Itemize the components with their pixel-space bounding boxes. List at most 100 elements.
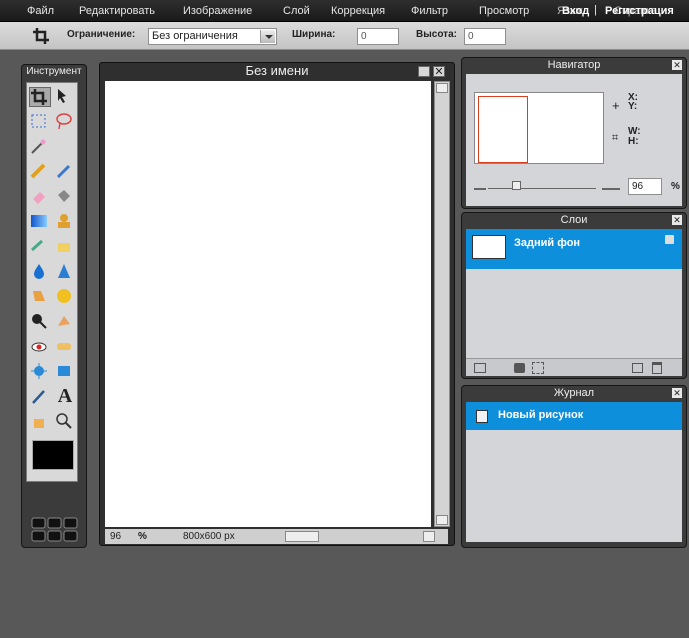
- scroll-down-icon[interactable]: [436, 515, 448, 525]
- history-panel: Журнал ✕ Новый рисунок: [461, 385, 687, 548]
- canvas-window: Без имени ✕ 96 % 800x600 px: [99, 62, 455, 546]
- crop-tool-icon: [32, 27, 52, 45]
- dodge-icon[interactable]: [29, 312, 51, 332]
- zoom-slider[interactable]: [488, 188, 596, 189]
- toolbox-title: Инструмент: [26, 66, 82, 77]
- text-tool-icon[interactable]: A: [54, 385, 76, 407]
- zoom-percent: %: [138, 531, 147, 542]
- spot-heal-icon[interactable]: [54, 337, 76, 357]
- document-icon: [476, 410, 488, 423]
- zoom-icon[interactable]: [54, 412, 76, 432]
- smudge-icon[interactable]: [29, 287, 51, 307]
- tool-grid: A: [26, 82, 78, 482]
- brush-icon[interactable]: [54, 162, 76, 182]
- hand-icon[interactable]: [29, 412, 51, 432]
- menu-file[interactable]: Файл: [27, 5, 54, 17]
- canvas-status-bar: 96 % 800x600 px: [105, 529, 448, 544]
- blur-icon[interactable]: [29, 262, 51, 282]
- menu-image[interactable]: Изображение: [183, 5, 252, 17]
- close-icon[interactable]: ✕: [672, 60, 682, 70]
- toolbox-panel: Инструмент A: [21, 64, 87, 548]
- history-item-label: Новый рисунок: [498, 409, 584, 421]
- navigator-zoom-percent: %: [671, 181, 680, 192]
- lasso-icon[interactable]: [54, 112, 76, 132]
- image-size: 800x600 px: [183, 531, 235, 542]
- magic-wand-icon[interactable]: [29, 137, 51, 157]
- zoom-value[interactable]: 96: [110, 531, 121, 542]
- burn-icon[interactable]: [54, 312, 76, 332]
- maximize-icon[interactable]: [418, 66, 430, 77]
- history-title: Журнал: [553, 387, 595, 399]
- swatch-grid-icon[interactable]: [31, 517, 79, 543]
- vertical-scrollbar[interactable]: [434, 81, 450, 527]
- view-rectangle[interactable]: [478, 96, 528, 163]
- menu-edit[interactable]: Редактировать: [79, 5, 155, 17]
- scroll-up-icon[interactable]: [436, 83, 448, 93]
- close-icon[interactable]: ✕: [672, 215, 682, 225]
- close-icon[interactable]: ✕: [672, 388, 682, 398]
- menu-view[interactable]: Просмотр: [479, 5, 529, 17]
- navigator-body: + X: Y: ⌗ W: H: 96 %: [466, 74, 682, 206]
- trash-icon[interactable]: [652, 362, 662, 374]
- new-layer-icon[interactable]: [632, 363, 643, 373]
- options-bar: Ограничение: Без ограничения Ширина: 0 В…: [0, 22, 689, 50]
- constraint-value: Без ограничения: [152, 30, 238, 42]
- navigator-panel: Навигатор ✕ + X: Y: ⌗ W: H: 96 %: [461, 57, 687, 209]
- width-input[interactable]: 0: [357, 28, 399, 45]
- size-icon: ⌗: [612, 132, 619, 144]
- zoom-in-icon[interactable]: [602, 182, 620, 190]
- layers-panel: Слои ✕ Задний фон: [461, 212, 687, 379]
- login-link[interactable]: Вход: [562, 5, 589, 17]
- layer-effects-icon[interactable]: [532, 362, 544, 374]
- red-eye-icon[interactable]: [29, 337, 51, 357]
- menu-adjustment[interactable]: Коррекция: [331, 5, 385, 17]
- layer-row[interactable]: Задний фон: [466, 229, 682, 269]
- bloat-icon[interactable]: [29, 362, 51, 382]
- layer-name: Задний фон: [514, 237, 581, 249]
- color-replace-icon[interactable]: [29, 237, 51, 257]
- crop-icon[interactable]: [29, 87, 51, 107]
- menu-layer[interactable]: Слой: [283, 5, 310, 17]
- stamp-icon[interactable]: [54, 212, 76, 232]
- move-icon[interactable]: [54, 87, 76, 107]
- h-label: H:: [628, 136, 639, 147]
- navigator-preview[interactable]: [474, 92, 604, 164]
- menu-bar: Файл Редактировать Изображение Слой Корр…: [0, 0, 689, 22]
- y-label: Y:: [628, 101, 638, 112]
- eraser-icon[interactable]: [29, 187, 51, 207]
- horizontal-scrollbar[interactable]: [285, 531, 319, 542]
- gradient-icon[interactable]: [29, 212, 51, 232]
- history-item[interactable]: Новый рисунок: [466, 402, 682, 430]
- height-input[interactable]: 0: [464, 28, 506, 45]
- scroll-right-icon[interactable]: [423, 531, 435, 542]
- layer-thumbnail: [472, 235, 506, 259]
- zoom-slider-thumb[interactable]: [512, 181, 521, 190]
- constraint-select[interactable]: Без ограничения: [148, 28, 277, 45]
- layer-mask-icon[interactable]: [514, 363, 525, 373]
- menu-filter[interactable]: Фильтр: [411, 5, 448, 17]
- crosshair-icon: +: [612, 98, 620, 113]
- canvas-area[interactable]: [105, 81, 431, 527]
- lock-icon[interactable]: [665, 235, 674, 244]
- color-picker-icon[interactable]: [29, 387, 51, 407]
- pencil-icon[interactable]: [29, 162, 51, 182]
- register-link[interactable]: Регистрация: [605, 5, 674, 17]
- constraint-label: Ограничение:: [67, 29, 136, 40]
- height-label: Высота:: [416, 29, 457, 40]
- foreground-color-swatch[interactable]: [32, 440, 74, 470]
- sponge-icon[interactable]: [54, 287, 76, 307]
- bucket-icon[interactable]: [54, 187, 76, 207]
- navigator-zoom-input[interactable]: 96: [628, 178, 662, 195]
- chevron-down-icon: [260, 30, 275, 43]
- layer-menu-icon[interactable]: [474, 363, 486, 373]
- sharpen-icon[interactable]: [54, 262, 76, 282]
- canvas-title: Без имени: [245, 63, 309, 78]
- layers-toolbar: [466, 358, 682, 376]
- marquee-icon[interactable]: [29, 112, 51, 132]
- pinch-icon[interactable]: [54, 362, 76, 382]
- zoom-out-icon[interactable]: [474, 184, 486, 190]
- drawing-icon[interactable]: [54, 237, 76, 257]
- history-list: Новый рисунок: [466, 402, 682, 542]
- width-label: Ширина:: [292, 29, 336, 40]
- close-icon[interactable]: ✕: [433, 66, 445, 78]
